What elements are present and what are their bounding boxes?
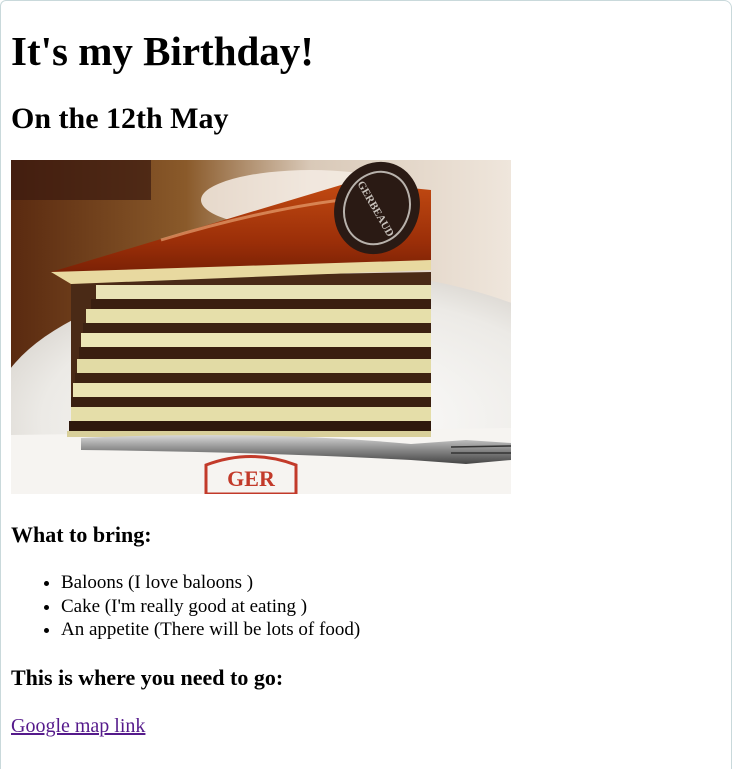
bring-list: Baloons (I love baloons ) Cake (I'm real… (11, 571, 360, 642)
page-title: It's my Birthday! (11, 28, 314, 74)
cake-image: GER GERBEAUD (11, 160, 511, 494)
list-item: An appetite (There will be lots of food) (61, 618, 360, 642)
svg-text:GER: GER (227, 466, 276, 491)
google-map-link[interactable]: Google map link (11, 713, 145, 739)
list-item: Cake (I'm really good at eating ) (61, 595, 360, 619)
what-to-bring-heading: What to bring: (11, 522, 152, 547)
list-item: Baloons (I love baloons ) (61, 571, 360, 595)
page-subtitle: On the 12th May (11, 102, 229, 135)
directions-heading: This is where you need to go: (11, 665, 284, 690)
